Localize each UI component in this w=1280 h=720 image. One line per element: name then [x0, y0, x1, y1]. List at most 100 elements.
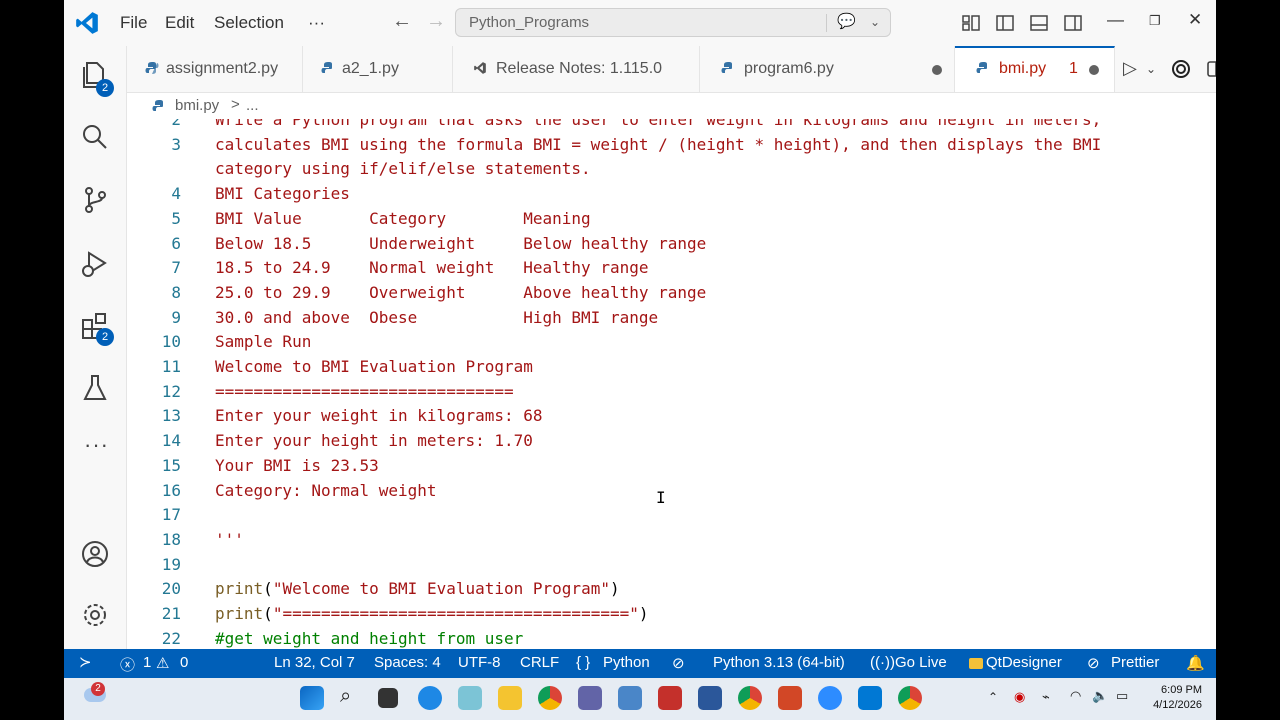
run-python-icon[interactable]: ▷: [1123, 58, 1137, 79]
taskbar-search-icon[interactable]: ⌕: [340, 685, 351, 708]
tab-release-notes[interactable]: Release Notes: 1.115.0: [453, 46, 700, 92]
copilot-icon[interactable]: [1170, 58, 1192, 80]
more-views-icon[interactable]: ···: [84, 432, 109, 458]
breadcrumb-rest[interactable]: ...: [246, 97, 259, 114]
remote-indicator[interactable]: ≻: [64, 649, 110, 678]
teams-icon[interactable]: [578, 686, 602, 710]
toggle-primary-sidebar-icon[interactable]: [995, 13, 1015, 33]
chevron-down-icon[interactable]: ⌄: [870, 15, 880, 29]
code-line[interactable]: 21 print("===============================…: [127, 604, 1216, 629]
code-line[interactable]: 3 calculates BMI using the formula BMI = …: [127, 135, 1216, 160]
menu-edit[interactable]: Edit: [165, 13, 194, 33]
tab-program6[interactable]: program6.py: [700, 46, 955, 92]
file-explorer-icon[interactable]: [498, 686, 522, 710]
run-dropdown-chevron-icon[interactable]: ⌄: [1146, 62, 1156, 76]
code-line[interactable]: 22 #get weight and height from user: [127, 629, 1216, 649]
minimize-icon[interactable]: —: [1107, 10, 1124, 30]
code-line[interactable]: 10 Sample Run: [127, 332, 1216, 357]
code-line[interactable]: 5 BMI Value Category Meaning: [127, 209, 1216, 234]
search-icon[interactable]: [78, 120, 112, 154]
code-line[interactable]: 4 BMI Categories: [127, 184, 1216, 209]
code-line[interactable]: 2 Write a Python program that asks the us…: [127, 119, 1216, 135]
copilot-chat-icon[interactable]: 💬: [837, 12, 856, 30]
zoom-icon[interactable]: [818, 686, 842, 710]
vscode-taskbar-icon[interactable]: [858, 686, 882, 710]
chrome-second-icon[interactable]: [898, 686, 922, 710]
outlook-icon[interactable]: [618, 686, 642, 710]
testing-flask-icon[interactable]: [78, 371, 112, 405]
unsaved-dot-icon[interactable]: [932, 65, 942, 75]
indentation[interactable]: Spaces: 4: [374, 654, 441, 671]
menu-selection[interactable]: Selection: [214, 13, 284, 33]
photos-icon[interactable]: [458, 686, 482, 710]
powerpoint-icon[interactable]: [778, 686, 802, 710]
menu-file[interactable]: File: [120, 13, 147, 33]
task-view-icon[interactable]: [378, 688, 398, 708]
tray-app-icon[interactable]: ◉: [1014, 689, 1025, 705]
go-live-button[interactable]: Go Live: [895, 654, 947, 671]
qtdesigner-button[interactable]: QtDesigner: [986, 654, 1062, 671]
toggle-panel-icon[interactable]: [1029, 13, 1049, 33]
code-line[interactable]: 7 18.5 to 24.9 Normal weight Healthy rang…: [127, 258, 1216, 283]
notifications-bell-icon[interactable]: 🔔: [1186, 654, 1205, 672]
unsaved-dot-icon[interactable]: [1089, 65, 1099, 75]
customize-layout-icon[interactable]: [961, 13, 981, 33]
breadcrumb-file[interactable]: bmi.py: [175, 97, 219, 114]
code-line[interactable]: 6 Below 18.5 Underweight Below healthy ra…: [127, 234, 1216, 259]
accounts-icon[interactable]: [78, 537, 112, 571]
chrome-profile-icon[interactable]: [738, 686, 762, 710]
edge-icon[interactable]: [418, 686, 442, 710]
menu-more[interactable]: ···: [308, 13, 325, 33]
chrome-icon[interactable]: [538, 686, 562, 710]
error-count[interactable]: 1: [143, 654, 151, 671]
code-line[interactable]: 16 Category: Normal weight: [127, 481, 1216, 506]
tray-chevron-icon[interactable]: ⌃: [988, 690, 998, 704]
close-icon[interactable]: ✕: [1188, 10, 1202, 30]
tab-a2-1[interactable]: a2_1.py: [303, 46, 453, 92]
code-line[interactable]: 15 Your BMI is 23.53: [127, 456, 1216, 481]
encoding[interactable]: UTF-8: [458, 654, 501, 671]
code-line[interactable]: 11 Welcome to BMI Evaluation Program: [127, 357, 1216, 382]
no-copilot-icon[interactable]: ⊘: [672, 654, 685, 672]
cursor-position[interactable]: Ln 32, Col 7: [274, 654, 355, 671]
source-control-icon[interactable]: [78, 183, 112, 217]
word-icon[interactable]: [698, 686, 722, 710]
command-center-search[interactable]: Python_Programs 💬 ⌄: [455, 8, 891, 37]
line-ending[interactable]: CRLF: [520, 654, 559, 671]
toggle-secondary-sidebar-icon[interactable]: [1063, 13, 1083, 33]
python-interpreter[interactable]: Python 3.13 (64-bit): [713, 654, 845, 671]
restore-icon[interactable]: ❐: [1149, 13, 1161, 29]
code-line[interactable]: 19: [127, 555, 1216, 580]
wifi-icon[interactable]: ◠: [1070, 688, 1081, 704]
system-clock[interactable]: 6:09 PM 4/12/2026: [1153, 683, 1202, 713]
code-text: Enter your weight in kilograms: 68: [215, 406, 543, 425]
code-line[interactable]: 12 ===============================: [127, 382, 1216, 407]
acrobat-icon[interactable]: [658, 686, 682, 710]
code-token: print: [215, 604, 264, 623]
code-line[interactable]: 8 25.0 to 29.9 Overweight Above healthy r…: [127, 283, 1216, 308]
tab-bmi[interactable]: bmi.py 1: [955, 46, 1115, 92]
prettier-button[interactable]: Prettier: [1111, 654, 1159, 671]
settings-gear-icon[interactable]: [78, 598, 112, 632]
warning-icon[interactable]: ⚠: [156, 654, 169, 672]
battery-icon[interactable]: ▭: [1116, 688, 1128, 704]
volume-icon[interactable]: 🔈: [1092, 688, 1108, 704]
back-arrow-icon[interactable]: ←: [392, 10, 412, 33]
code-line[interactable]: 20 print("Welcome to BMI Evaluation Progr…: [127, 579, 1216, 604]
language-mode[interactable]: Python: [603, 654, 650, 671]
code-line[interactable]: 9 30.0 and above Obese High BMI range: [127, 308, 1216, 333]
tray-usb-icon[interactable]: ⌁: [1042, 689, 1050, 705]
forward-arrow-icon[interactable]: →: [426, 10, 446, 33]
error-icon[interactable]: ⓧ: [120, 654, 135, 675]
tab-assignment2[interactable]: assignment2.py: [127, 46, 303, 92]
code-line[interactable]: 14 Enter your height in meters: 1.70: [127, 431, 1216, 456]
code-editor[interactable]: 2 Write a Python program that asks the us…: [127, 119, 1216, 649]
code-line[interactable]: category using if/elif/else statements.: [127, 159, 1216, 184]
code-line[interactable]: 13 Enter your weight in kilograms: 68: [127, 406, 1216, 431]
code-line[interactable]: 17: [127, 505, 1216, 530]
split-editor-icon[interactable]: [1206, 59, 1216, 79]
windows-start-icon[interactable]: [300, 686, 324, 710]
run-debug-icon[interactable]: [78, 247, 112, 281]
code-line[interactable]: 18 ''': [127, 530, 1216, 555]
warning-count[interactable]: 0: [180, 654, 188, 671]
